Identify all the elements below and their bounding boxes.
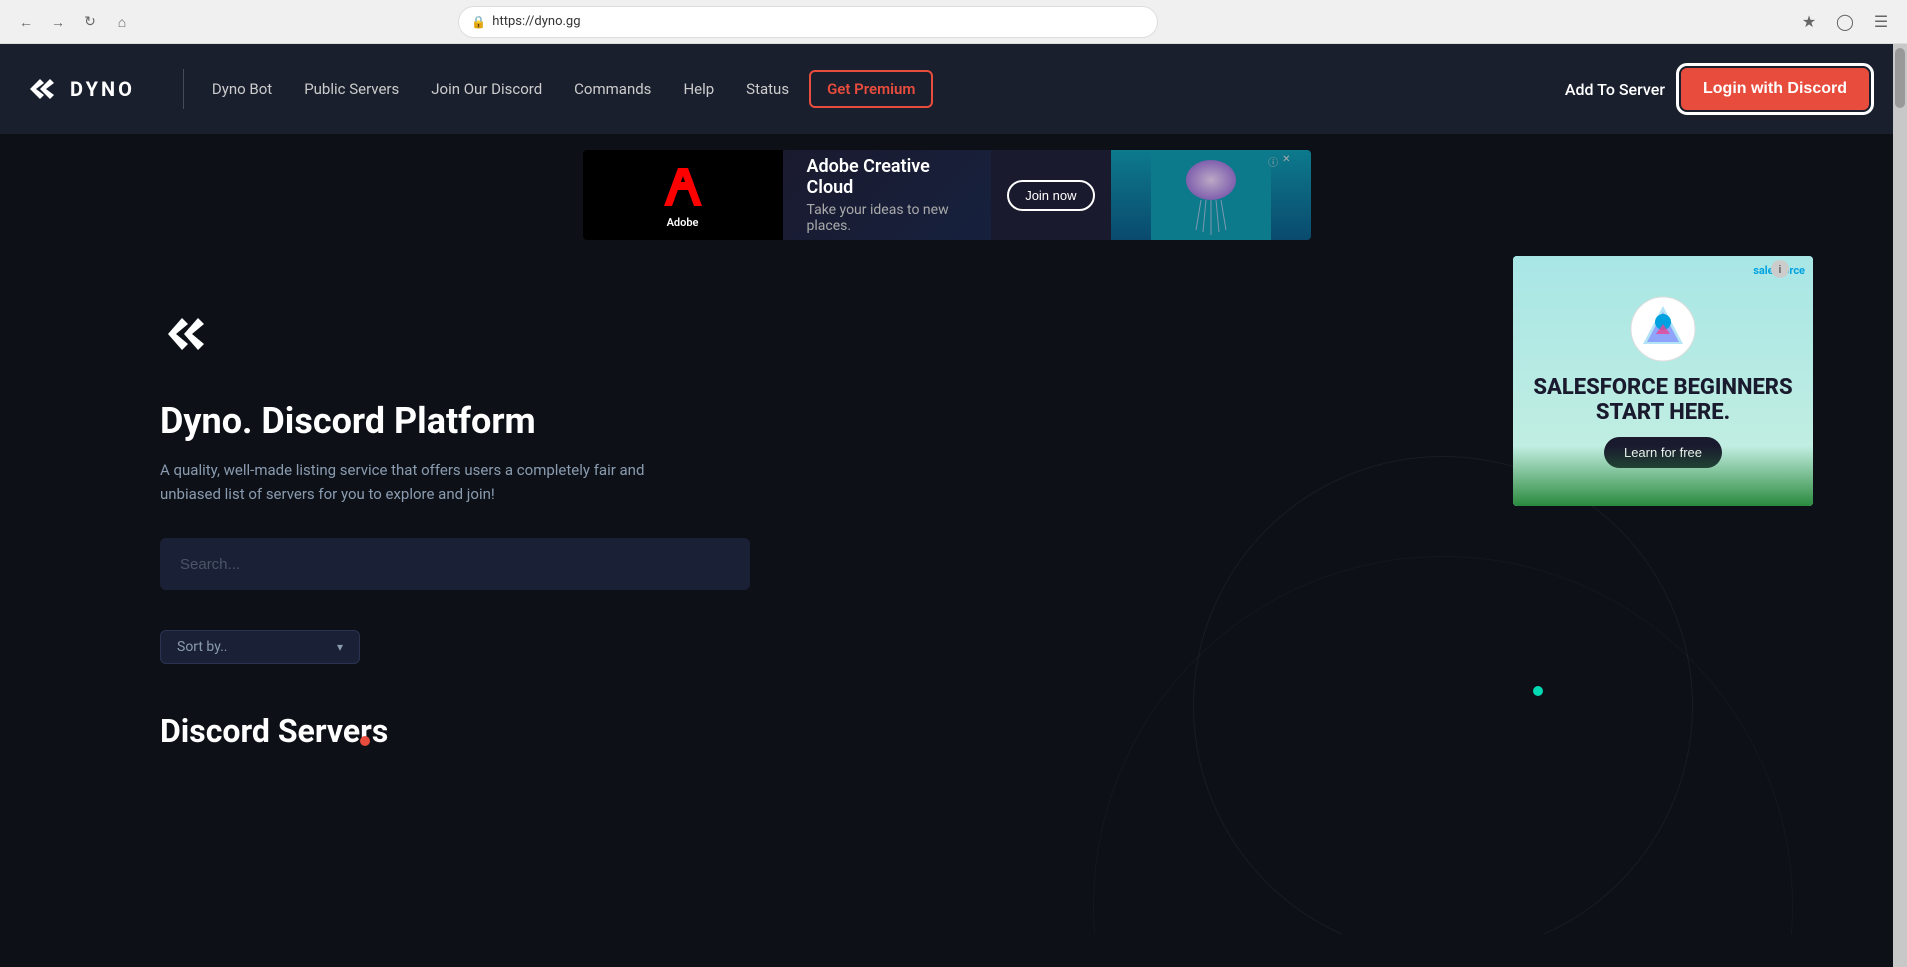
ad-info-icon[interactable]: ⓘ: [1268, 154, 1278, 169]
browser-right-actions: ★ ◯ ☰: [1795, 8, 1895, 36]
refresh-button[interactable]: ↻: [76, 8, 104, 36]
adobe-logo-icon: [658, 162, 708, 212]
home-button[interactable]: ⌂: [108, 8, 136, 36]
sort-label: Sort by..: [177, 639, 228, 655]
menu-button[interactable]: ☰: [1867, 8, 1895, 36]
circle-decoration-1: [1193, 456, 1693, 934]
add-to-server-link[interactable]: Add To Server: [1565, 80, 1665, 99]
trailhead-logo-icon: [1628, 294, 1698, 364]
sort-dropdown[interactable]: Sort by.. ▾: [160, 630, 360, 664]
ad-content-area: Adobe Creative Cloud Take your ideas to …: [783, 150, 992, 240]
adobe-brand-text: Adobe: [667, 216, 699, 229]
ad-cta-button[interactable]: Join now: [1007, 180, 1094, 211]
nav-dyno-bot[interactable]: Dyno Bot: [200, 72, 284, 106]
nav-status[interactable]: Status: [734, 72, 801, 106]
navbar-right: Add To Server Login with Discord: [1565, 68, 1869, 110]
pocket-button[interactable]: ◯: [1831, 8, 1859, 36]
page-content: DYNO Dyno Bot Public Servers Join Our Di…: [0, 44, 1893, 967]
get-premium-button[interactable]: Get Premium: [809, 70, 933, 108]
navbar-links: Dyno Bot Public Servers Join Our Discord…: [200, 70, 1565, 108]
bookmark-button[interactable]: ★: [1795, 8, 1823, 36]
search-container: [160, 538, 750, 590]
hero-section: salesforce ✕ i SALESFORCE BEGINNERS STAR…: [0, 256, 1893, 696]
nav-commands[interactable]: Commands: [562, 72, 663, 106]
dyno-logo-icon: [24, 71, 60, 107]
forward-button[interactable]: →: [44, 8, 72, 36]
navbar: DYNO Dyno Bot Public Servers Join Our Di…: [0, 44, 1893, 134]
ad-banner-top: Adobe Adobe Creative Cloud Take your ide…: [0, 134, 1893, 256]
nav-join-discord[interactable]: Join Our Discord: [419, 72, 554, 106]
address-url: https://dyno.gg: [492, 14, 1145, 29]
hero-title: Dyno. Discord Platform: [160, 400, 1733, 442]
login-discord-button[interactable]: Login with Discord: [1681, 68, 1869, 110]
scrollbar-thumb[interactable]: [1895, 48, 1905, 108]
right-ad-title: SALESFORCE BEGINNERS START HERE.: [1529, 376, 1797, 424]
navbar-brand[interactable]: DYNO: [24, 71, 135, 107]
back-button[interactable]: ←: [12, 8, 40, 36]
browser-chrome: ← → ↻ ⌂ 🔒 https://dyno.gg ★ ◯ ☰: [0, 0, 1907, 44]
right-ad: salesforce ✕ i SALESFORCE BEGINNERS STAR…: [1513, 256, 1813, 506]
jellyfish-svg: [1151, 150, 1271, 240]
ad-container-top: Adobe Adobe Creative Cloud Take your ide…: [583, 150, 1311, 240]
right-ad-bottom: [1513, 446, 1813, 506]
main-content: Adobe Adobe Creative Cloud Take your ide…: [0, 134, 1893, 934]
hero-description: A quality, well-made listing service tha…: [160, 458, 680, 506]
browser-nav-buttons: ← → ↻ ⌂: [12, 8, 136, 36]
hero-logo-large-icon: [160, 304, 220, 364]
address-bar[interactable]: 🔒 https://dyno.gg: [458, 6, 1158, 38]
ad-subtitle: Take your ideas to new places.: [807, 202, 968, 234]
ad-left-panel: Adobe: [583, 150, 783, 240]
discord-servers-title: Discord Servers: [160, 712, 388, 750]
navbar-divider: [183, 69, 184, 109]
scrollbar-track[interactable]: [1893, 44, 1907, 967]
nav-public-servers[interactable]: Public Servers: [292, 72, 411, 106]
brand-name: DYNO: [70, 77, 135, 101]
right-ad-info-btn[interactable]: i: [1771, 260, 1789, 278]
lock-icon: 🔒: [471, 15, 486, 29]
search-input[interactable]: [160, 538, 750, 590]
nav-help[interactable]: Help: [671, 72, 726, 106]
hero-logo: [160, 304, 1733, 368]
ad-close-icon[interactable]: ✕: [1282, 154, 1290, 169]
ad-badge: ⓘ ✕: [1268, 154, 1290, 169]
teal-dot: [1533, 686, 1543, 696]
right-ad-inner: salesforce ✕ i SALESFORCE BEGINNERS STAR…: [1513, 256, 1813, 506]
sort-dropdown-arrow: ▾: [337, 640, 343, 654]
ad-title: Adobe Creative Cloud: [807, 156, 968, 198]
discord-servers-section: Discord Servers: [0, 696, 1893, 782]
title-red-dot: [360, 736, 370, 746]
